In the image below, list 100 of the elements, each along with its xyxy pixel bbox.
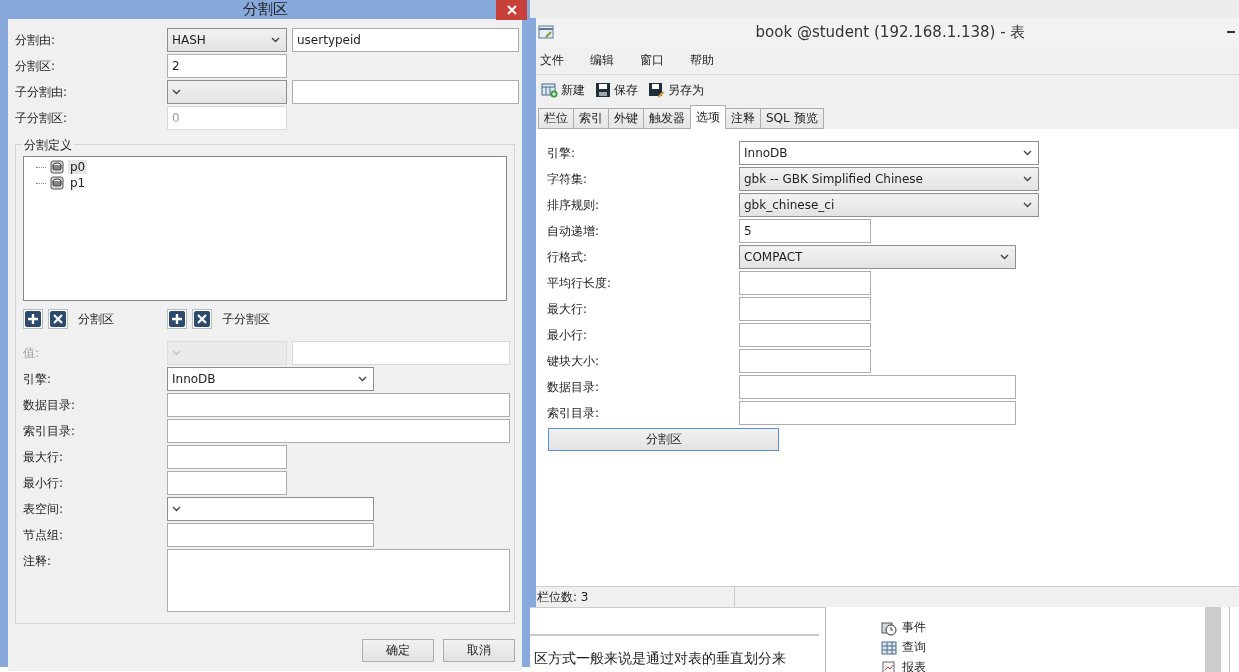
- field-label: 行格式:: [547, 249, 589, 266]
- toolbar-button[interactable]: 另存为: [646, 81, 706, 99]
- text-field[interactable]: [739, 271, 871, 295]
- tab[interactable]: 选项: [690, 105, 726, 129]
- text-field[interactable]: 5: [739, 219, 871, 243]
- tree-item[interactable]: p0: [68, 160, 88, 174]
- toolbar-button[interactable]: 新建: [539, 81, 587, 99]
- window-title: book @student (192.168.1.138) - 表: [754, 22, 1027, 42]
- text-field[interactable]: [739, 349, 871, 373]
- table-icon: [881, 639, 897, 656]
- field-label: 引擎:: [547, 145, 577, 162]
- toolbar-button[interactable]: 保存: [593, 81, 640, 99]
- tab[interactable]: SQL 预览: [760, 108, 824, 129]
- text-field[interactable]: [292, 341, 510, 365]
- plus-icon: [169, 311, 185, 327]
- status-text: 栏位数: 3: [536, 587, 735, 607]
- field-label: 节点组:: [23, 527, 65, 544]
- text-field[interactable]: [739, 323, 871, 347]
- chevron-icon: [1000, 254, 1009, 260]
- text-field[interactable]: [167, 445, 287, 469]
- action-label: 分割区: [78, 310, 114, 328]
- field-label: 子分割区:: [15, 110, 69, 127]
- dropdown[interactable]: [167, 80, 287, 104]
- tab[interactable]: 注释: [725, 108, 761, 129]
- field-label: 分割由:: [15, 32, 57, 49]
- menu-item[interactable]: 文件: [540, 51, 564, 69]
- delete-button[interactable]: [48, 309, 68, 329]
- tab[interactable]: 触发器: [643, 108, 691, 129]
- partition-tree[interactable]: p0 p1: [23, 156, 507, 301]
- text-field[interactable]: [739, 401, 1016, 425]
- dropdown[interactable]: [167, 497, 374, 521]
- action-label: 子分割区: [222, 310, 270, 328]
- plus-icon: [25, 311, 41, 327]
- text-field[interactable]: [739, 297, 871, 321]
- text-field[interactable]: usertypeid: [292, 28, 519, 52]
- field-label: 排序规则:: [547, 197, 601, 214]
- tree-item[interactable]: 查询: [881, 639, 1205, 656]
- article-text: 区方式一般来说是通过对表的垂直划分来: [533, 649, 787, 668]
- chevron-icon: [172, 506, 181, 512]
- delete-icon: [50, 311, 66, 327]
- group-title: 分割定义: [22, 137, 74, 154]
- dropdown[interactable]: InnoDB: [167, 367, 374, 391]
- menu-item[interactable]: 编辑: [590, 51, 614, 69]
- add-button[interactable]: [23, 309, 43, 329]
- close-icon: [506, 5, 517, 15]
- text-field[interactable]: [167, 419, 510, 443]
- dropdown[interactable]: HASH: [167, 28, 287, 52]
- partition-icon: [50, 160, 64, 174]
- field-label: 索引目录:: [547, 405, 601, 422]
- new-table-icon: [541, 82, 558, 98]
- chevron-icon: [271, 37, 280, 43]
- dialog-button[interactable]: 取消: [443, 639, 515, 662]
- field-label: 子分割由:: [15, 84, 69, 101]
- chevron-icon: [172, 89, 181, 95]
- text-field[interactable]: [292, 80, 519, 104]
- partition-icon: [50, 176, 64, 190]
- delete-icon: [194, 311, 210, 327]
- field-label: 平均行长度:: [547, 275, 613, 292]
- field-label: 自动递增:: [547, 223, 601, 240]
- tree-item[interactable]: p1: [68, 176, 88, 190]
- comment-field[interactable]: [167, 549, 510, 612]
- field-label: 键块大小:: [547, 353, 601, 370]
- menu-item[interactable]: 帮助: [690, 51, 714, 69]
- tab[interactable]: 外键: [608, 108, 644, 129]
- dropdown[interactable]: InnoDB: [739, 141, 1039, 165]
- menu-item[interactable]: 窗口: [640, 51, 664, 69]
- field-label: 最小行:: [547, 327, 589, 344]
- field-label: 表空间:: [23, 501, 65, 518]
- field-label: 最小行:: [23, 475, 65, 492]
- delete-button[interactable]: [192, 309, 212, 329]
- field-label: 值:: [23, 345, 41, 362]
- tab[interactable]: 索引: [573, 108, 609, 129]
- chevron-icon: [1023, 176, 1032, 182]
- text-field[interactable]: [739, 375, 1016, 399]
- text-field[interactable]: [167, 393, 510, 417]
- field-label: 数据目录:: [547, 379, 601, 396]
- clock-icon: [881, 619, 897, 636]
- partition-button[interactable]: 分割区: [548, 428, 779, 451]
- text-field[interactable]: 2: [167, 54, 287, 78]
- dropdown[interactable]: gbk_chinese_ci: [739, 193, 1039, 217]
- field-label: 最大行:: [23, 449, 65, 466]
- field-label: 数据目录:: [23, 397, 77, 414]
- tree-item[interactable]: 报表: [881, 659, 1205, 672]
- dropdown[interactable]: gbk -- GBK Simplified Chinese: [739, 167, 1039, 191]
- dialog-button[interactable]: 确定: [362, 639, 434, 662]
- text-field[interactable]: [167, 471, 287, 495]
- tab[interactable]: 栏位: [538, 108, 574, 129]
- dialog-title: 分割区: [242, 0, 288, 19]
- field-label: 引擎:: [23, 371, 53, 388]
- close-button[interactable]: [496, 0, 527, 20]
- field-label: 注释:: [23, 553, 53, 570]
- field-label: 分割区:: [15, 58, 57, 75]
- field-label: 索引目录:: [23, 423, 77, 440]
- add-button[interactable]: [167, 309, 187, 329]
- scrollbar[interactable]: [1205, 607, 1221, 672]
- chevron-icon: [1023, 202, 1032, 208]
- tree-item[interactable]: 事件: [881, 619, 1205, 636]
- dropdown[interactable]: COMPACT: [739, 245, 1016, 269]
- text-field[interactable]: [167, 523, 374, 547]
- chevron-icon: [1023, 150, 1032, 156]
